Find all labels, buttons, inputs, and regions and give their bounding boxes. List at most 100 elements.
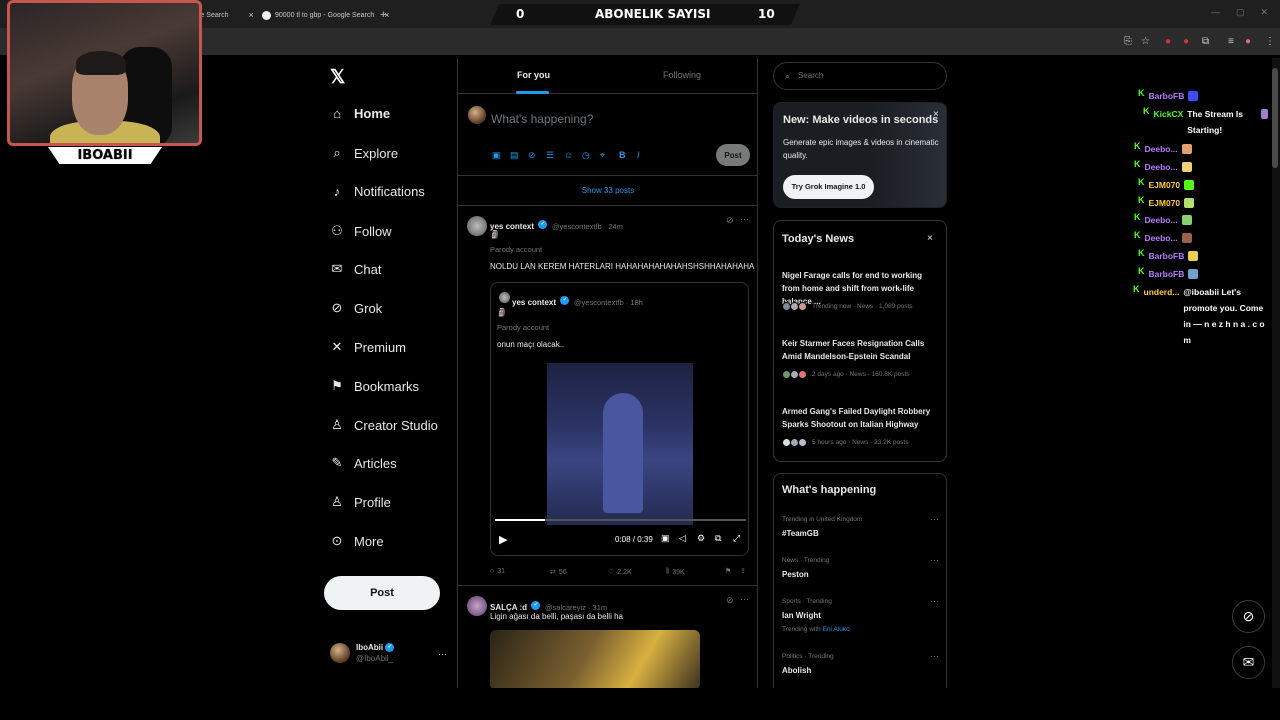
- more-icon[interactable]: ···: [930, 596, 939, 606]
- tab-close-icon[interactable]: ×: [248, 10, 253, 20]
- gif-icon[interactable]: ▤: [510, 150, 519, 161]
- news-title: Today's News: [782, 233, 855, 245]
- nav-item-bookmarks[interactable]: ⚑ Bookmarks: [330, 378, 419, 394]
- nav-item-explore[interactable]: ⌕ Explore: [330, 145, 398, 161]
- quoted-tweet[interactable]: yes context ✓ @yescontextfb · 18h 🗿 Paro…: [490, 282, 749, 556]
- scrollbar-thumb[interactable]: [1272, 68, 1278, 168]
- more-icon[interactable]: ···: [740, 594, 749, 604]
- tweet[interactable]: SALÇA :d ✓ @salcareyiz · 31m ⊘ ··· Ligin…: [458, 586, 758, 688]
- browser-tab-active[interactable]: 90000 tl to gbp - Google Search ×: [262, 4, 390, 26]
- emoji-icon[interactable]: ☺: [564, 150, 573, 160]
- window-controls: — ▢ ✕: [1211, 7, 1268, 18]
- like-button[interactable]: ♡ 2.2K: [608, 568, 632, 577]
- more-icon[interactable]: ···: [930, 555, 939, 565]
- tab-following[interactable]: Following: [663, 70, 701, 80]
- fullscreen-icon[interactable]: ⤢: [733, 533, 740, 544]
- settings-icon[interactable]: ⚙: [697, 533, 705, 544]
- cast-icon[interactable]: ⎘: [1124, 36, 1132, 47]
- tweet-handle[interactable]: @salcareyiz · 31m: [545, 603, 607, 612]
- nav-item-follow[interactable]: ⚇ Follow: [330, 223, 391, 239]
- menu-icon[interactable]: ⋮: [1265, 36, 1275, 47]
- nav-item-notifications[interactable]: ♪ Notifications: [330, 184, 425, 199]
- location-icon[interactable]: ⌖: [600, 150, 605, 161]
- more-icon[interactable]: ···: [438, 649, 447, 659]
- chat-username: Deebo...: [1144, 233, 1178, 243]
- show-new-posts[interactable]: Show 33 posts: [458, 176, 758, 206]
- avatar: [468, 106, 486, 124]
- video-frame: [547, 363, 693, 525]
- extensions-icon[interactable]: ⧉: [1202, 36, 1209, 47]
- repost-button[interactable]: ⇄ 56: [550, 568, 567, 577]
- reply-button[interactable]: ○ 31: [490, 568, 505, 575]
- video-player[interactable]: ▶ 0:08 / 0:39 ▣ ◁ ⚙ ⧉ ⤢: [491, 361, 748, 555]
- italic-icon[interactable]: I: [637, 150, 640, 160]
- nav-item-chat[interactable]: ✉ Chat: [330, 261, 382, 277]
- extension-icon[interactable]: ●: [1165, 36, 1171, 47]
- account-switcher[interactable]: IboAbii ✓ @IboAbil_ ···: [330, 643, 447, 663]
- nav-item-grok[interactable]: ⊘ Grok: [330, 300, 383, 316]
- trend-topic[interactable]: Abolish: [782, 666, 811, 675]
- volume-icon[interactable]: ◁: [679, 533, 686, 544]
- minimize-icon[interactable]: —: [1211, 7, 1220, 18]
- nav-item-home[interactable]: ⌂ Home: [330, 106, 390, 121]
- tweet-handle[interactable]: @yescontextfb · 24m: [552, 222, 623, 231]
- extension-icon[interactable]: ●: [1183, 36, 1189, 47]
- grok-icon[interactable]: ⊘: [528, 150, 536, 161]
- tab-for-you[interactable]: For you: [517, 70, 550, 80]
- tweet-author[interactable]: SALÇA :d: [490, 603, 527, 612]
- pip-icon[interactable]: ⧉: [715, 533, 721, 544]
- more-icon[interactable]: ···: [740, 214, 749, 224]
- x-logo-icon[interactable]: 𝕏: [330, 66, 345, 89]
- kick-badge-icon: K: [1134, 230, 1141, 240]
- media-icon[interactable]: ▣: [492, 150, 501, 161]
- tweet[interactable]: yes context ✓ @yescontextfb · 24m ⊘ ··· …: [458, 206, 758, 586]
- tweet-image[interactable]: [490, 630, 700, 688]
- captions-icon[interactable]: ▣: [661, 533, 670, 544]
- close-window-icon[interactable]: ✕: [1260, 7, 1268, 18]
- media-icon[interactable]: ≡: [1228, 36, 1234, 47]
- trend-topic[interactable]: Peston: [782, 570, 809, 579]
- schedule-icon[interactable]: ◷: [582, 150, 590, 161]
- bookmark-icon[interactable]: ⚑: [725, 567, 731, 575]
- grok-icon[interactable]: ⊘: [726, 215, 734, 226]
- profile-avatar-icon[interactable]: ●: [1245, 36, 1251, 47]
- news-headline[interactable]: Keir Starmer Faces Resignation Calls Ami…: [782, 337, 942, 363]
- nav-item-more[interactable]: ⊙ More: [330, 533, 384, 549]
- video-progress-track[interactable]: [495, 519, 746, 521]
- new-tab-button[interactable]: +: [380, 4, 386, 26]
- nav-item-creator-studio[interactable]: ♙ Creator Studio: [330, 417, 438, 433]
- webcam-hair: [76, 51, 126, 75]
- try-grok-button[interactable]: Try Grok Imagine 1.0: [783, 175, 874, 199]
- nav-item-articles[interactable]: ✎ Articles: [330, 455, 397, 471]
- chat-message: K Deebo...: [1134, 159, 1192, 175]
- messages-fab-icon[interactable]: ✉: [1232, 646, 1265, 679]
- maximize-icon[interactable]: ▢: [1236, 7, 1245, 18]
- trend-topic[interactable]: #TeamGB: [782, 529, 819, 538]
- search-input[interactable]: ⌕ Search: [773, 62, 947, 90]
- browser-tab[interactable]: gle Search ×: [195, 4, 254, 26]
- play-icon[interactable]: ▶: [499, 533, 507, 546]
- composer-post-button[interactable]: Post: [716, 144, 750, 166]
- news-headline[interactable]: Armed Gang's Failed Daylight Robbery Spa…: [782, 405, 942, 431]
- star-icon[interactable]: ☆: [1141, 36, 1150, 47]
- nav-item-profile[interactable]: ♙ Profile: [330, 494, 391, 510]
- more-icon[interactable]: ···: [930, 514, 939, 524]
- poll-icon[interactable]: ☰: [546, 150, 554, 161]
- share-icon[interactable]: ⇪: [740, 567, 746, 575]
- scrollbar[interactable]: [1272, 58, 1280, 688]
- more-icon[interactable]: ···: [930, 651, 939, 661]
- main-feed: For you Following What's happening? ▣ ▤ …: [457, 58, 758, 688]
- views-button[interactable]: ⫼ 39K: [666, 568, 685, 576]
- chat-message: K Deebo...: [1134, 141, 1192, 157]
- post-button[interactable]: Post: [324, 576, 440, 610]
- grok-fab-icon[interactable]: ⊘: [1232, 600, 1265, 633]
- trend-context-link[interactable]: Eni Aluko: [823, 626, 850, 633]
- trend-topic[interactable]: Ian Wright: [782, 611, 821, 620]
- bold-icon[interactable]: B: [619, 150, 626, 160]
- grok-icon[interactable]: ⊘: [726, 595, 734, 606]
- close-icon[interactable]: ×: [927, 233, 933, 244]
- composer-input[interactable]: What's happening?: [491, 112, 593, 126]
- nav-item-premium[interactable]: ✕ Premium: [330, 339, 406, 355]
- promo-description: Generate epic images & videos in cinemat…: [783, 138, 939, 160]
- close-icon[interactable]: ×: [933, 109, 939, 120]
